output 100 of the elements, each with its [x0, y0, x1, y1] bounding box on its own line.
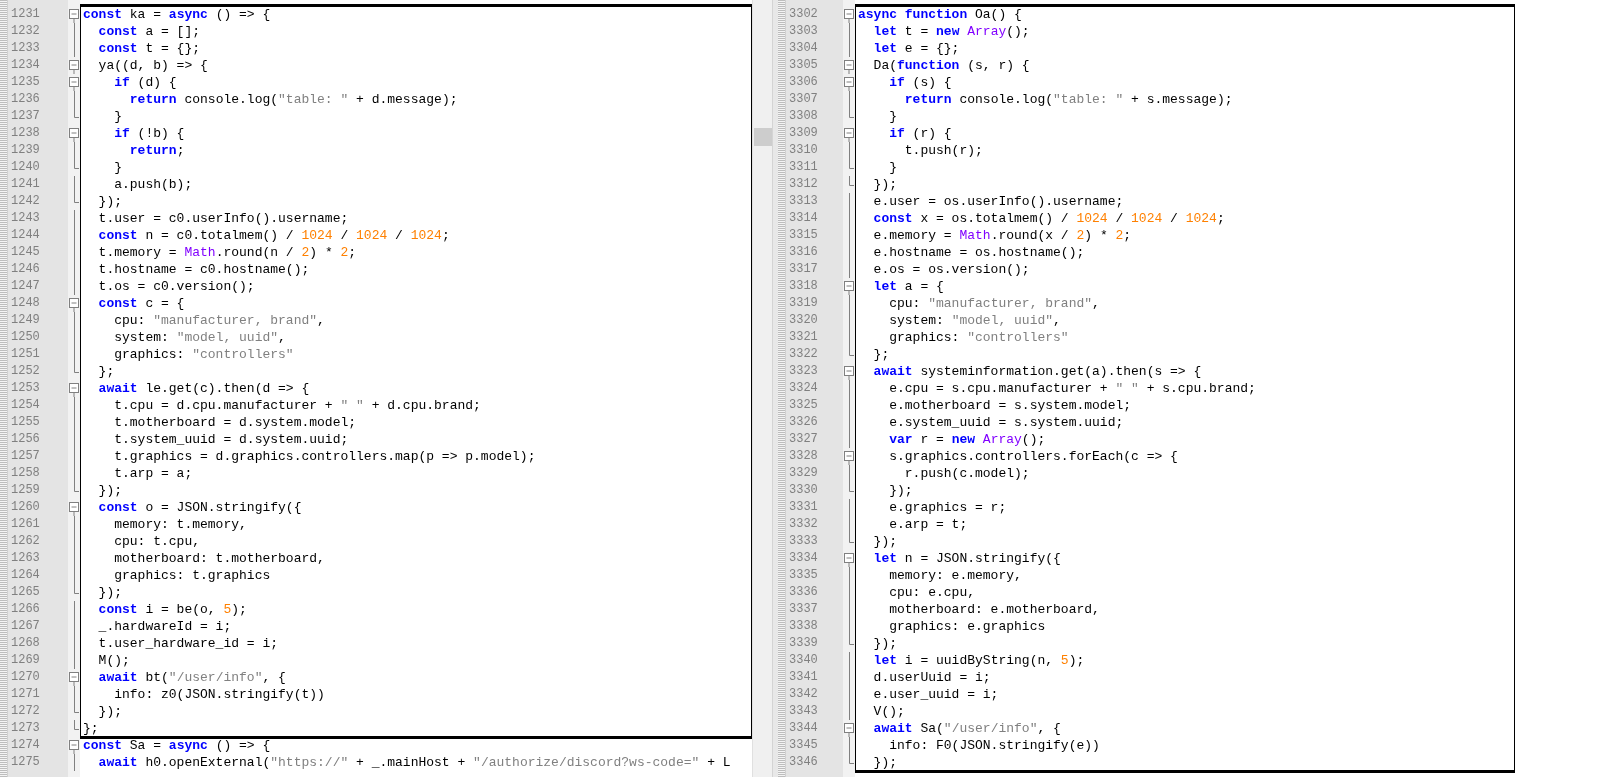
line-number: 3319 [788, 295, 819, 312]
code-line: }); [97, 193, 123, 210]
line-number: 3343 [788, 703, 819, 720]
line-number: 3308 [788, 108, 819, 125]
fold-end-line [73, 108, 79, 118]
code-line: r.push(c.model); [903, 465, 1031, 482]
code-line: t.user_hardware_id = i; [97, 635, 280, 652]
scrollbar[interactable] [752, 0, 772, 777]
fold-icon[interactable] [844, 278, 854, 295]
line-number: 3304 [788, 40, 819, 57]
fold-end-line [73, 720, 79, 730]
code-line: }; [872, 346, 891, 363]
fold-icon[interactable] [69, 295, 79, 312]
code-line: M(); [97, 652, 131, 669]
line-number: 3326 [788, 414, 819, 431]
fold-icon[interactable] [844, 550, 854, 567]
fold-icon[interactable] [69, 380, 79, 397]
scrollbar-thumb[interactable] [754, 128, 772, 146]
code-line: await Sa("/user/info", { [872, 720, 1062, 737]
code-line: const Sa = async () => { [82, 737, 272, 754]
line-number: 1269 [10, 652, 41, 669]
fold-guide-line [848, 465, 850, 482]
line-number: 1234 [10, 57, 41, 74]
fold-icon[interactable] [844, 125, 854, 142]
fold-end-line [848, 159, 854, 169]
code-line: }); [97, 703, 123, 720]
fold-end-line [848, 176, 854, 186]
code-line: let i = uuidByString(n, 5); [872, 652, 1086, 669]
code-line: const o = JSON.stringify({ [97, 499, 303, 516]
line-number: 1233 [10, 40, 41, 57]
code-line: return console.log("table: " + d.message); [128, 91, 459, 108]
code-line: } [888, 108, 898, 125]
code-line: let a = { [872, 278, 945, 295]
line-number: 1270 [10, 669, 41, 686]
line-number: 1231 [10, 6, 41, 23]
fold-icon[interactable] [844, 448, 854, 465]
line-number: 3324 [788, 380, 819, 397]
code-line: Da(function (s, r) { [872, 57, 1031, 74]
line-number: 1271 [10, 686, 41, 703]
fold-icon[interactable] [69, 6, 79, 23]
fold-end-line [848, 108, 854, 118]
code-line: cpu: t.cpu, [113, 533, 202, 550]
line-number: 3342 [788, 686, 819, 703]
fold-icon[interactable] [69, 737, 79, 754]
code-line: e.system_uuid = s.system.uuid; [888, 414, 1125, 431]
line-number: 3321 [788, 329, 819, 346]
line-number: 1255 [10, 414, 41, 431]
fold-end-line [73, 193, 79, 203]
line-number: 3327 [788, 431, 819, 448]
line-number: 3332 [788, 516, 819, 533]
line-number: 1247 [10, 278, 41, 295]
code-line: V(); [872, 703, 906, 720]
line-number: 1235 [10, 74, 41, 91]
fold-icon[interactable] [844, 363, 854, 380]
code-line: t.user = c0.userInfo().username; [97, 210, 350, 227]
fold-guide-line [73, 686, 75, 703]
line-number: 1252 [10, 363, 41, 380]
fold-icon[interactable] [69, 57, 79, 74]
line-number: 1239 [10, 142, 41, 159]
line-number: 1244 [10, 227, 41, 244]
fold-end-line [73, 159, 79, 169]
line-number: 1263 [10, 550, 41, 567]
line-number: 3329 [788, 465, 819, 482]
line-number: 3330 [788, 482, 819, 499]
code-line: e.motherboard = s.system.model; [888, 397, 1133, 414]
fold-end-line [848, 482, 854, 492]
line-number: 1250 [10, 329, 41, 346]
code-line: }); [97, 584, 123, 601]
code-line: }; [82, 720, 100, 737]
line-number: 3322 [788, 346, 819, 363]
code-line: const i = be(o, 5); [97, 601, 248, 618]
code-line: await le.get(c).then(d => { [97, 380, 311, 397]
fold-icon[interactable] [844, 57, 854, 74]
code-line: graphics: e.graphics [888, 618, 1047, 635]
line-number: 1251 [10, 346, 41, 363]
line-number: 3336 [788, 584, 819, 601]
fold-icon[interactable] [69, 125, 79, 142]
fold-icon[interactable] [69, 669, 79, 686]
line-number: 1260 [10, 499, 41, 516]
line-number: 3314 [788, 210, 819, 227]
code-line: graphics: t.graphics [113, 567, 272, 584]
code-line: const t = {}; [97, 40, 202, 57]
code-line: }); [97, 482, 123, 499]
line-number: 3346 [788, 754, 819, 771]
fold-icon[interactable] [69, 74, 79, 91]
line-number: 1262 [10, 533, 41, 550]
fold-icon[interactable] [844, 720, 854, 737]
code-line: } [113, 108, 123, 125]
fold-icon[interactable] [844, 74, 854, 91]
code-line: let e = {}; [872, 40, 961, 57]
code-line: _.hardwareId = i; [97, 618, 233, 635]
fold-icon[interactable] [69, 499, 79, 516]
line-number: 1257 [10, 448, 41, 465]
line-number: 1259 [10, 482, 41, 499]
line-number: 3328 [788, 448, 819, 465]
code-line: return; [128, 142, 186, 159]
fold-icon[interactable] [844, 6, 854, 23]
fold-end-line [848, 754, 854, 764]
code-line: e.arp = t; [888, 516, 969, 533]
code-line: graphics: "controllers" [888, 329, 1070, 346]
